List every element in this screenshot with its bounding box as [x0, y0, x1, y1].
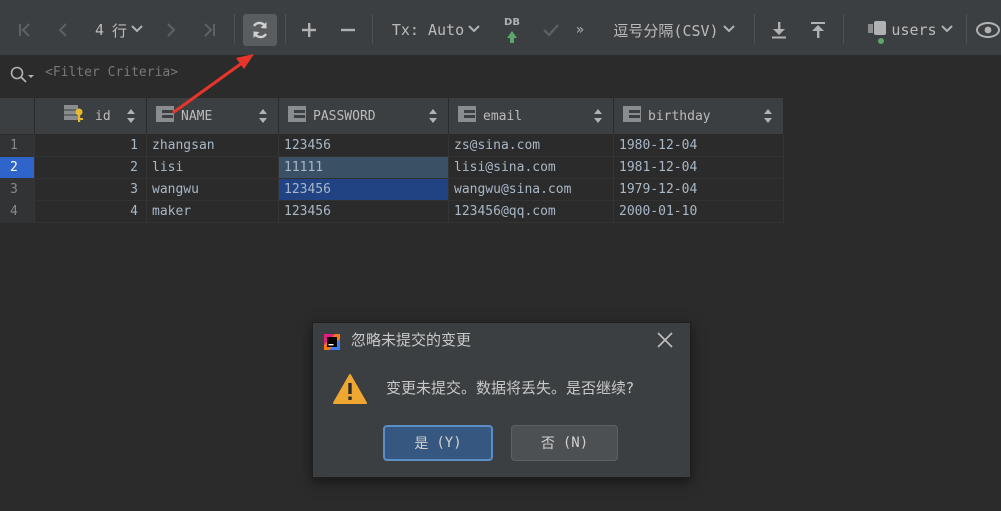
- cell-id[interactable]: 3: [35, 179, 147, 201]
- cell-password[interactable]: 11111: [279, 157, 449, 179]
- row-number-header: [0, 98, 35, 134]
- close-icon[interactable]: [654, 329, 676, 351]
- column-header-id[interactable]: id: [35, 98, 147, 134]
- cell-password[interactable]: 123456: [279, 179, 449, 201]
- page-size-unit: 行: [112, 21, 128, 40]
- dialog-title: 忽略未提交的变更: [351, 331, 472, 349]
- filter-bar[interactable]: <Filter Criteria>: [0, 55, 1001, 95]
- cell-email[interactable]: wangwu@sina.com: [449, 179, 614, 201]
- filter-input[interactable]: <Filter Criteria>: [45, 65, 178, 80]
- chevron-down-icon: [468, 23, 480, 38]
- last-page-icon[interactable]: [196, 8, 222, 52]
- chevron-down-icon: [722, 23, 735, 38]
- transaction-mode-dropdown[interactable]: Tx: Auto: [388, 8, 484, 52]
- row-number[interactable]: 1: [0, 135, 35, 157]
- more-actions-icon[interactable]: »: [570, 8, 590, 52]
- view-eye-icon[interactable]: [974, 8, 1001, 52]
- results-toolbar: 4 行 Tx: Auto DB » 逗号分隔(CSV) users: [0, 0, 1001, 56]
- cell-id[interactable]: 2: [35, 157, 147, 179]
- no-button[interactable]: 否 (N): [511, 425, 618, 461]
- export-format-dropdown[interactable]: 逗号分隔(CSV): [604, 8, 744, 52]
- delete-row-icon[interactable]: [335, 8, 361, 52]
- cell-id[interactable]: 1: [35, 135, 147, 157]
- column-header-label: id: [95, 108, 111, 124]
- column-header-label: NAME: [181, 108, 213, 124]
- page-size-dropdown[interactable]: 4 行: [88, 8, 150, 52]
- row-number[interactable]: 2: [0, 157, 35, 179]
- table-name: users: [891, 21, 937, 39]
- row-number[interactable]: 4: [0, 201, 35, 223]
- table-row[interactable]: 2 2 lisi 11111 lisi@sina.com 1981-12-04: [0, 157, 784, 179]
- table-selector-dropdown[interactable]: users: [858, 8, 962, 52]
- cell-email[interactable]: lisi@sina.com: [449, 157, 614, 179]
- cell-email[interactable]: zs@sina.com: [449, 135, 614, 157]
- yes-label: 是: [414, 436, 429, 452]
- column-header-label: email: [483, 108, 523, 124]
- yes-button[interactable]: 是 (Y): [383, 425, 493, 461]
- warning-icon: [333, 373, 367, 409]
- chevron-down-icon: [940, 23, 953, 38]
- table-row[interactable]: 4 4 maker 123456 123456@qq.com 2000-01-1…: [0, 201, 784, 223]
- sort-icon[interactable]: [593, 108, 603, 128]
- no-label: 否: [540, 436, 555, 452]
- table-row[interactable]: 1 1 zhangsan 123456 zs@sina.com 1980-12-…: [0, 135, 784, 157]
- table-row[interactable]: 3 3 wangwu 123456 wangwu@sina.com 1979-1…: [0, 179, 784, 201]
- column-header-password[interactable]: PASSWORD: [279, 98, 449, 134]
- add-row-icon[interactable]: [296, 8, 322, 52]
- cell-name[interactable]: maker: [147, 201, 279, 223]
- submit-to-db-icon[interactable]: DB: [498, 8, 526, 52]
- next-page-icon[interactable]: [158, 8, 184, 52]
- sort-icon[interactable]: [428, 108, 438, 128]
- dialog-message: 变更未提交。数据将丢失。是否继续?: [386, 379, 634, 397]
- app-logo-icon: [323, 333, 341, 351]
- column-header-label: PASSWORD: [313, 108, 376, 124]
- sort-icon[interactable]: [258, 108, 268, 128]
- export-format-label: 逗号分隔(CSV): [613, 21, 719, 40]
- download-icon[interactable]: [766, 8, 792, 52]
- discard-changes-dialog: 忽略未提交的变更 变更未提交。数据将丢失。是否继续? 是 (Y) 否 (N): [312, 322, 691, 478]
- upload-icon[interactable]: [805, 8, 831, 52]
- previous-page-icon[interactable]: [50, 8, 76, 52]
- cell-birthday[interactable]: 1979-12-04: [614, 179, 784, 201]
- cell-birthday[interactable]: 1980-12-04: [614, 135, 784, 157]
- sort-icon[interactable]: [126, 108, 136, 128]
- column-header-name[interactable]: NAME: [147, 98, 279, 134]
- commit-check-icon[interactable]: [538, 8, 564, 52]
- column-icon: [287, 105, 307, 127]
- cell-birthday[interactable]: 1981-12-04: [614, 157, 784, 179]
- refresh-icon[interactable]: [243, 8, 277, 52]
- primary-key-icon: [63, 104, 89, 128]
- no-mnemonic: (N): [562, 435, 589, 451]
- chevron-down-icon: [131, 23, 143, 38]
- column-header-birthday[interactable]: birthday: [614, 98, 784, 134]
- cell-name[interactable]: wangwu: [147, 179, 279, 201]
- row-number[interactable]: 3: [0, 179, 35, 201]
- cell-name[interactable]: zhangsan: [147, 135, 279, 157]
- transaction-mode-label: Tx: Auto: [391, 21, 465, 39]
- cell-password[interactable]: 123456: [279, 135, 449, 157]
- table-icon: [867, 19, 887, 41]
- sort-icon[interactable]: [763, 108, 773, 128]
- column-icon: [155, 105, 175, 127]
- cell-birthday[interactable]: 2000-01-10: [614, 201, 784, 223]
- page-size-value: 4: [94, 21, 104, 39]
- column-header-email[interactable]: email: [449, 98, 614, 134]
- db-label: DB: [504, 17, 520, 28]
- cell-name[interactable]: lisi: [147, 157, 279, 179]
- first-page-icon[interactable]: [12, 8, 38, 52]
- column-icon: [622, 105, 642, 127]
- cell-id[interactable]: 4: [35, 201, 147, 223]
- column-icon: [457, 105, 477, 127]
- cell-password[interactable]: 123456: [279, 201, 449, 223]
- yes-mnemonic: (Y): [436, 435, 462, 451]
- search-icon[interactable]: [10, 66, 36, 88]
- cell-email[interactable]: 123456@qq.com: [449, 201, 614, 223]
- column-header-label: birthday: [648, 108, 711, 124]
